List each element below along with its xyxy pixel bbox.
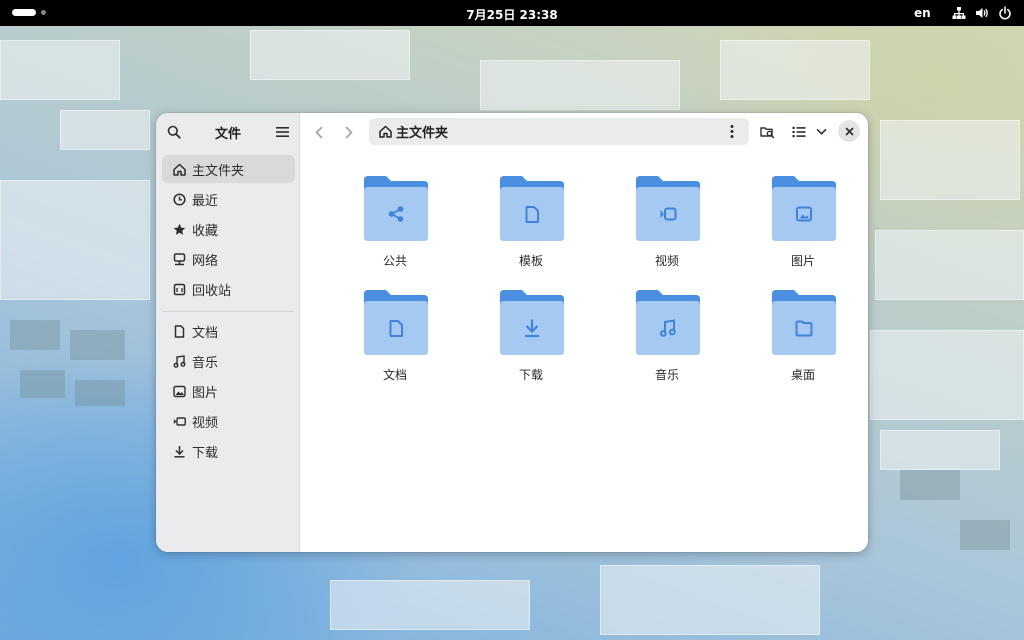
- power-icon[interactable]: [998, 6, 1012, 20]
- folder-label: 图片: [790, 254, 815, 268]
- folder-label: 模板: [518, 254, 543, 268]
- search-in-folder-button[interactable]: [758, 123, 776, 141]
- folder-downloads[interactable]: 下载: [476, 290, 586, 390]
- folder-public[interactable]: 公共: [340, 176, 450, 276]
- folder-videos[interactable]: 视频: [612, 176, 722, 276]
- path-location[interactable]: 主文件夹: [396, 122, 448, 141]
- folder-label: 桌面: [790, 368, 815, 382]
- folder-share-icon: [364, 176, 428, 241]
- sidebar-item-home[interactable]: 主文件夹: [162, 155, 295, 183]
- folder-template-icon: [500, 176, 564, 241]
- folder-pictures[interactable]: 图片: [748, 176, 858, 276]
- sidebar-item-label: 音乐: [192, 355, 219, 371]
- folder-label: 文档: [382, 368, 407, 382]
- forward-button[interactable]: [340, 123, 358, 141]
- folder-desktop-icon: [772, 290, 836, 355]
- chevron-down-icon: [816, 129, 826, 135]
- folder-music-icon: [636, 290, 700, 355]
- chevron-left-icon: [315, 126, 323, 138]
- sidebar-item-label: 下载: [192, 445, 219, 461]
- close-button[interactable]: [838, 120, 860, 142]
- home-icon: [379, 125, 392, 138]
- sidebar-item-label: 最近: [192, 193, 219, 209]
- volume-icon[interactable]: [975, 6, 989, 20]
- sidebar-item-recent[interactable]: 最近: [162, 185, 295, 213]
- sidebar-item-network[interactable]: 网络: [162, 245, 295, 273]
- list-view-icon: [792, 126, 806, 138]
- folder-music[interactable]: 音乐: [612, 290, 722, 390]
- folder-desktop[interactable]: 桌面: [748, 290, 858, 390]
- sidebar-item-label: 文档: [192, 325, 219, 341]
- picture-icon: [172, 384, 186, 398]
- folder-templates[interactable]: 模板: [476, 176, 586, 276]
- sidebar-item-music[interactable]: 音乐: [162, 347, 295, 375]
- back-button[interactable]: [310, 123, 328, 141]
- network-icon: [172, 252, 186, 266]
- folder-label: 下载: [518, 368, 543, 382]
- sidebar-item-documents[interactable]: 文档: [162, 317, 295, 345]
- home-icon: [172, 162, 186, 176]
- document-icon: [172, 324, 186, 338]
- sidebar-item-trash[interactable]: 回收站: [162, 275, 295, 303]
- view-options-button[interactable]: [812, 123, 830, 141]
- clock[interactable]: 7月25日 23:38: [0, 6, 1024, 23]
- view-list-button[interactable]: [790, 123, 808, 141]
- sidebar-item-label: 回收站: [192, 283, 232, 299]
- hamburger-menu-icon: [275, 127, 289, 137]
- kebab-menu-icon: [730, 125, 734, 138]
- network-wired-icon[interactable]: [952, 6, 966, 20]
- main-menu-button[interactable]: [274, 124, 290, 140]
- files-window: 文件 主文件夹 最近 收藏 网络 回收站 文档 音乐 图片 视频 下载 主文件夹…: [156, 113, 868, 552]
- sidebar-separator: [162, 311, 295, 312]
- sidebar-item-label: 图片: [192, 385, 219, 401]
- video-icon: [172, 414, 186, 428]
- header-bar: 主文件夹: [300, 113, 868, 151]
- sidebar: 文件 主文件夹 最近 收藏 网络 回收站 文档 音乐 图片 视频 下载: [156, 113, 300, 552]
- sidebar-item-label: 主文件夹: [192, 163, 245, 179]
- folder-picture-icon: [772, 176, 836, 241]
- clock-icon: [172, 192, 186, 206]
- path-menu-button[interactable]: [729, 124, 735, 139]
- folder-download-icon: [500, 290, 564, 355]
- folder-label: 公共: [382, 254, 407, 268]
- sidebar-item-label: 网络: [192, 253, 219, 269]
- sidebar-header: 文件: [156, 113, 300, 151]
- sidebar-item-label: 视频: [192, 415, 219, 431]
- content-area: 主文件夹 公共 模板 视频 图片 文档 下载 音乐 桌面: [300, 113, 868, 552]
- close-icon: [845, 127, 853, 135]
- sidebar-item-starred[interactable]: 收藏: [162, 215, 295, 243]
- folder-video-icon: [636, 176, 700, 241]
- folder-document-icon: [364, 290, 428, 355]
- input-language[interactable]: en: [914, 6, 931, 20]
- path-bar[interactable]: 主文件夹: [369, 118, 749, 145]
- trash-icon: [172, 282, 186, 296]
- star-icon: [172, 222, 186, 236]
- top-bar: 7月25日 23:38 en: [0, 0, 1024, 26]
- folder-label: 音乐: [654, 368, 679, 382]
- music-icon: [172, 354, 186, 368]
- download-icon: [172, 444, 186, 458]
- folder-search-icon: [759, 127, 774, 139]
- folder-documents[interactable]: 文档: [340, 290, 450, 390]
- chevron-right-icon: [345, 126, 353, 138]
- folder-label: 视频: [654, 254, 679, 268]
- sidebar-item-videos[interactable]: 视频: [162, 407, 295, 435]
- sidebar-item-pictures[interactable]: 图片: [162, 377, 295, 405]
- sidebar-item-downloads[interactable]: 下载: [162, 437, 295, 465]
- sidebar-item-label: 收藏: [192, 223, 219, 239]
